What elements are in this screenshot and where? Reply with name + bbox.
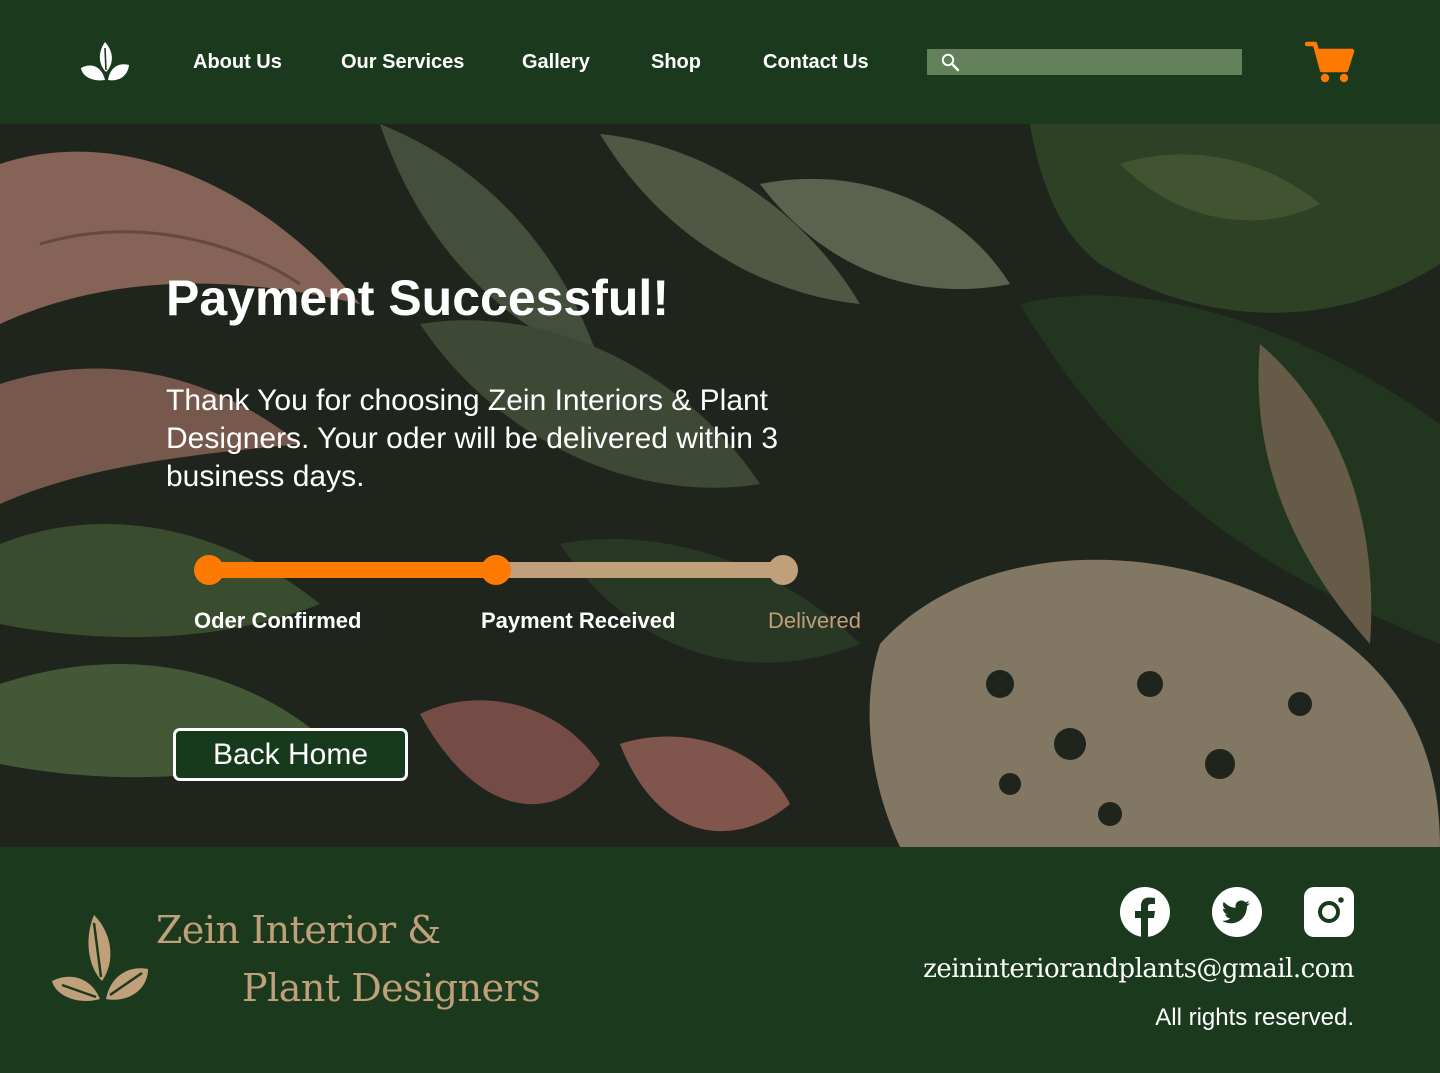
site-header: About Us Our Services Gallery Shop Conta… [0,0,1440,124]
instagram-icon[interactable] [1304,887,1354,937]
brand-leaf-logo [52,915,148,1001]
nav-about-us[interactable]: About Us [193,48,282,76]
brand-name-line-2: Plant Designers [242,966,541,1010]
hero-section: Payment Successful! Thank You for choosi… [0,124,1440,847]
nav-our-services[interactable]: Our Services [341,48,464,76]
nav-shop[interactable]: Shop [651,48,701,76]
back-home-button[interactable]: Back Home [173,728,408,781]
step-label-delivered: Delivered [768,608,861,633]
search-icon[interactable] [940,52,960,72]
confirmation-message: Thank You for choosing Zein Interiors & … [166,384,779,493]
search-box[interactable] [927,49,1242,77]
contact-email[interactable]: zeininteriorandplants@gmail.com [923,951,1354,987]
step-label-payment-received: Payment Received [481,608,676,633]
nav-contact-us[interactable]: Contact Us [763,48,869,76]
page-title: Payment Successful! [166,270,669,326]
site-footer: Zein Interior & Plant Designers zeininte… [0,847,1440,1073]
shopping-cart-icon[interactable] [1305,40,1355,84]
nav-gallery[interactable]: Gallery [522,48,590,76]
twitter-icon[interactable] [1212,887,1262,937]
step-label-order-confirmed: Oder Confirmed [194,608,362,633]
facebook-icon[interactable] [1120,887,1170,937]
brand-name-line-1: Zein Interior & [156,908,441,952]
leaf-logo-icon[interactable] [78,40,132,84]
copyright-text: All rights reserved. [1155,1004,1354,1031]
search-input[interactable] [969,49,1238,77]
